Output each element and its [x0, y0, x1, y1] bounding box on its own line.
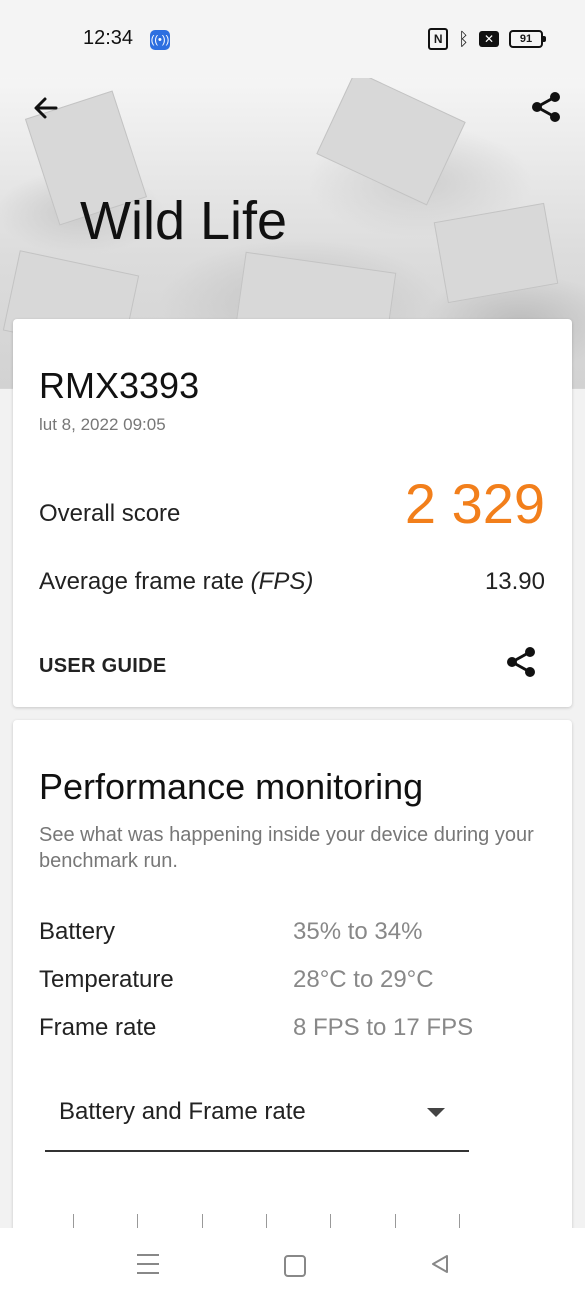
performance-description: See what was happening inside your devic… [39, 824, 534, 872]
navigation-bar [0, 1228, 585, 1300]
stat-row-temperature: Temperature 28°C to 29°C [39, 966, 559, 998]
device-name: RMX3393 [39, 365, 200, 406]
stat-label: Temperature [39, 966, 174, 993]
test-date: lut 8, 2022 09:05 [39, 415, 166, 434]
dropdown-selected-value: Battery and Frame rate [59, 1098, 306, 1125]
result-card: RMX3393 lut 8, 2022 09:05 Overall score … [13, 319, 572, 707]
average-fps-unit: (FPS) [250, 568, 314, 595]
stat-value: 35% to 34% [293, 918, 423, 945]
axis-tick [137, 1214, 138, 1228]
stat-row-battery: Battery 35% to 34% [39, 918, 559, 950]
stat-row-frame-rate: Frame rate 8 FPS to 17 FPS [39, 1014, 559, 1046]
status-bar: 12:34 ((•)) N ᛒ ✕ 91 [0, 0, 585, 78]
stat-label: Battery [39, 918, 116, 945]
axis-tick [330, 1214, 331, 1228]
share-icon[interactable] [529, 90, 563, 124]
status-icons: N ᛒ ✕ 91 [428, 28, 546, 50]
axis-tick [73, 1214, 74, 1228]
average-fps-label: Average frame rate (FPS) [39, 568, 313, 596]
page-title: Wild Life [80, 191, 288, 251]
rock-shape [316, 70, 466, 206]
chart-type-dropdown[interactable]: Battery and Frame rate [45, 1092, 469, 1152]
bluetooth-icon: ᛒ [458, 29, 469, 49]
nfc-icon: N [428, 28, 449, 50]
stat-value: 28°C to 29°C [293, 966, 434, 993]
overall-score-label: Overall score [39, 500, 181, 527]
stat-label: Frame rate [39, 1014, 157, 1041]
battery-level: 91 [519, 33, 533, 45]
battery-icon: 91 [509, 30, 546, 48]
hotspot-icon: ((•)) [150, 30, 170, 50]
user-guide-button[interactable]: USER GUIDE [39, 655, 166, 678]
axis-tick [202, 1214, 203, 1228]
average-fps-value: 13.90 [484, 568, 545, 595]
status-time: 12:34 [83, 27, 134, 49]
stat-value: 8 FPS to 17 FPS [293, 1014, 474, 1041]
average-fps-label-text: Average frame rate [39, 568, 244, 595]
axis-tick [395, 1214, 396, 1228]
overall-score-value: 2 329 [404, 472, 545, 535]
axis-tick [266, 1214, 267, 1228]
performance-card: Performance monitoring See what was happ… [13, 720, 572, 1280]
performance-title: Performance monitoring [39, 766, 424, 807]
axis-tick [459, 1214, 460, 1228]
back-arrow-icon[interactable] [30, 92, 62, 124]
menu-icon[interactable] [137, 1254, 159, 1274]
back-icon[interactable] [430, 1254, 450, 1274]
share-result-icon[interactable] [504, 645, 538, 679]
no-sim-icon: ✕ [479, 31, 499, 47]
chevron-down-icon [427, 1108, 445, 1117]
home-icon[interactable] [284, 1255, 306, 1277]
rock-shape [433, 202, 559, 304]
